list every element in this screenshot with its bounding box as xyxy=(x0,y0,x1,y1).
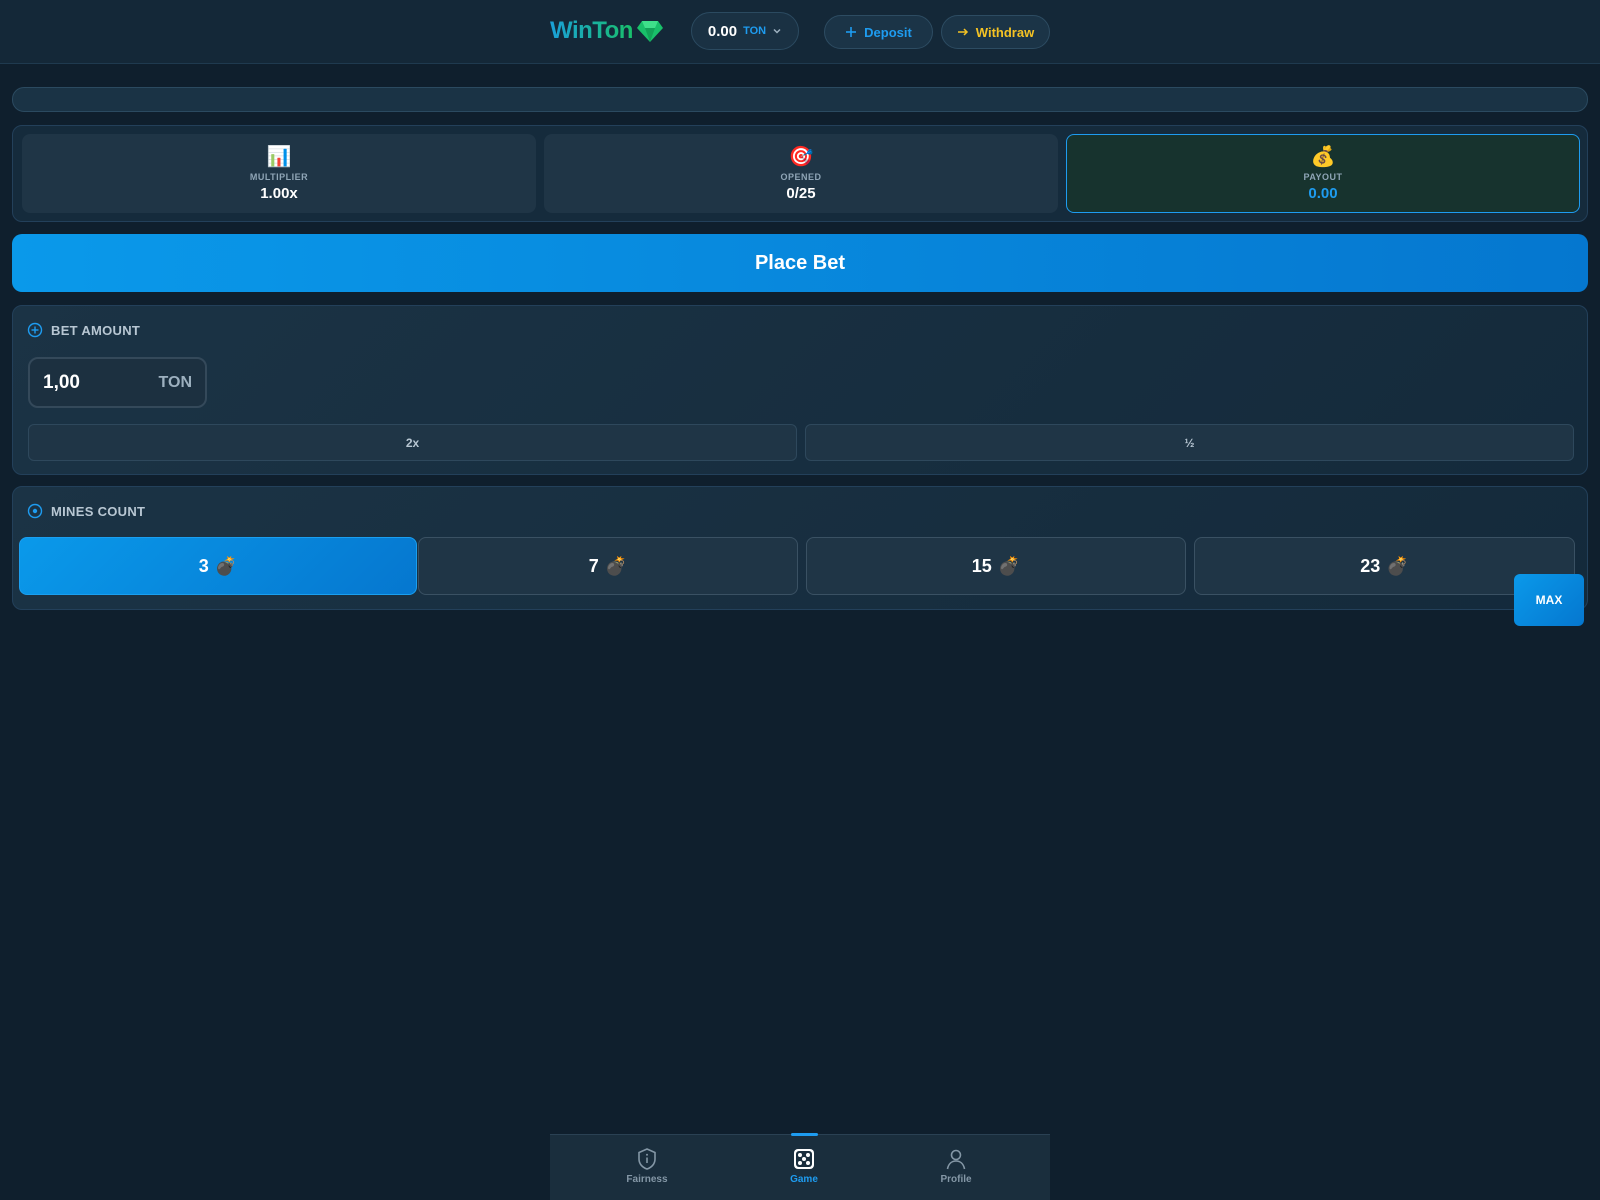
bet-amount-panel: BET AMOUNT 1,00 TON 2x ½ xyxy=(12,305,1588,475)
mines-option-3[interactable]: 3 💣 xyxy=(19,537,417,595)
mines-option-value: 15 xyxy=(971,555,992,576)
multiplier-label: MULTIPLIER xyxy=(249,171,309,182)
nav-fairness-label: Fairness xyxy=(626,1174,668,1185)
gem-icon xyxy=(636,21,663,42)
mines-option-value: 7 xyxy=(588,555,599,576)
money-bag-icon: 💰 xyxy=(1310,145,1336,168)
opened-value: 0/25 xyxy=(786,184,816,202)
mines-count-title: MINES COUNT xyxy=(27,503,145,519)
withdraw-button[interactable]: Withdraw xyxy=(941,15,1050,49)
mines-option-value: 3 xyxy=(198,555,209,576)
user-icon xyxy=(946,1149,966,1170)
multiplier-stat: 📊 MULTIPLIER 1.00x xyxy=(22,134,536,213)
double-bet-button[interactable]: 2x xyxy=(28,424,797,461)
plus-icon xyxy=(846,27,857,37)
bar-chart-icon: 📊 xyxy=(266,145,292,168)
bottom-navigation: Fairness Game Profile xyxy=(550,1133,1050,1200)
top-header: WinTon 0.00 TON Deposit Withdraw xyxy=(0,0,1600,64)
half-bet-button[interactable]: ½ xyxy=(805,424,1574,461)
nav-game-label: Game xyxy=(790,1174,818,1185)
bet-amount-title-text: BET AMOUNT xyxy=(51,322,141,338)
bet-amount-input[interactable]: 1,00 TON xyxy=(28,357,207,408)
bomb-icon: 💣 xyxy=(604,555,628,576)
game-progress-bar xyxy=(12,87,1588,112)
place-bet-button[interactable]: Place Bet xyxy=(12,234,1588,292)
mines-option-value: 23 xyxy=(1360,555,1381,576)
bet-amount-currency: TON xyxy=(158,373,192,391)
withdraw-label: Withdraw xyxy=(975,24,1035,40)
bet-amount-title: BET AMOUNT xyxy=(27,322,140,338)
mines-option-15[interactable]: 15 💣 xyxy=(806,537,1186,595)
opened-label: OPENED xyxy=(780,171,822,182)
mines-option-7[interactable]: 7 💣 xyxy=(418,537,798,595)
payout-stat: 💰 PAYOUT 0.00 xyxy=(1066,134,1580,213)
balance-selector[interactable]: 0.00 TON xyxy=(691,12,799,50)
logo[interactable]: WinTon xyxy=(550,16,663,46)
balance-amount: 0.00 xyxy=(707,22,738,40)
stats-panel: 📊 MULTIPLIER 1.00x 🎯 OPENED 0/25 💰 PAYOU… xyxy=(12,125,1588,222)
balance-currency: TON xyxy=(743,25,767,37)
deposit-button[interactable]: Deposit xyxy=(824,15,933,49)
shield-info-icon xyxy=(638,1148,656,1170)
deposit-label: Deposit xyxy=(864,24,912,40)
bet-amount-value: 1,00 xyxy=(43,371,80,393)
nav-game[interactable]: Game xyxy=(764,1147,844,1185)
max-mines-button[interactable]: MAX xyxy=(1514,574,1584,626)
opened-stat: 🎯 OPENED 0/25 xyxy=(544,134,1058,213)
arrow-right-icon xyxy=(957,28,968,36)
nav-profile[interactable]: Profile xyxy=(916,1147,996,1185)
multiplier-value: 1.00x xyxy=(260,184,298,202)
active-tab-indicator xyxy=(791,1133,818,1136)
target-circle-icon xyxy=(27,503,43,519)
target-icon: 🎯 xyxy=(788,145,814,168)
chevron-down-icon xyxy=(773,28,781,34)
payout-label: PAYOUT xyxy=(1303,171,1343,182)
bomb-icon: 💣 xyxy=(214,555,238,576)
mines-count-title-text: MINES COUNT xyxy=(51,503,146,519)
plus-circle-icon xyxy=(27,322,43,338)
bomb-icon: 💣 xyxy=(1386,555,1409,576)
payout-value: 0.00 xyxy=(1308,184,1338,202)
nav-fairness[interactable]: Fairness xyxy=(607,1147,687,1185)
nav-profile-label: Profile xyxy=(940,1174,972,1185)
mines-count-panel: MINES COUNT 3 💣 7 💣 15 💣 23 💣 xyxy=(12,486,1588,610)
dice-icon xyxy=(794,1149,814,1169)
logo-text: WinTon xyxy=(550,17,633,44)
bomb-icon: 💣 xyxy=(997,555,1021,576)
